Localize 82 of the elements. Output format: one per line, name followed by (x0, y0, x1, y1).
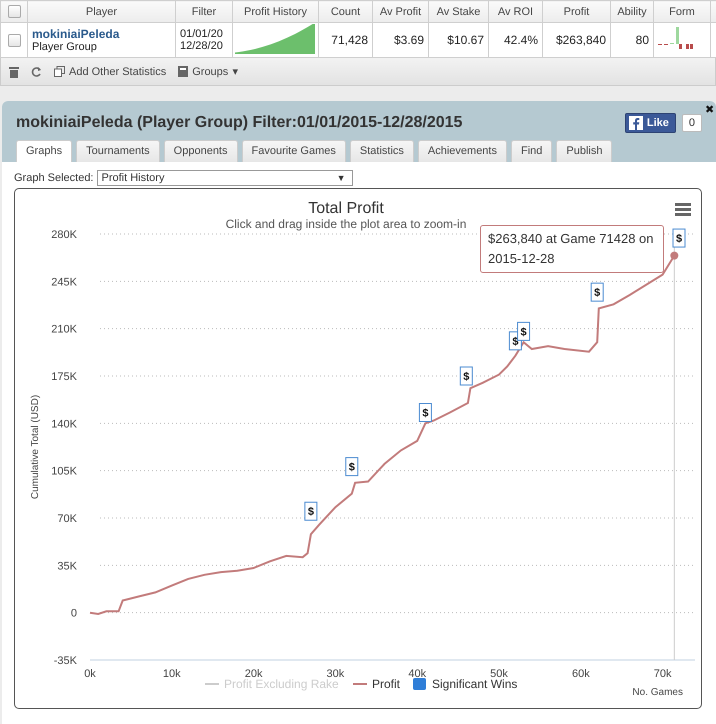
flag-marker[interactable]: $ (304, 502, 318, 521)
delete-button[interactable] (9, 66, 19, 78)
column-header[interactable]: Profit (542, 0, 610, 22)
y-tick-label: 70K (57, 513, 77, 525)
chart-subtitle: Click and drag inside the plot area to zoom-in (226, 217, 466, 231)
annotation: $ (594, 287, 600, 300)
toolbar-button[interactable]: Add Other Statistics (54, 66, 166, 78)
x-tick-label: 70k (654, 668, 672, 680)
add-window-icon (54, 66, 65, 77)
tab[interactable]: Favourite Games (242, 140, 346, 162)
like-button[interactable]: Like (624, 113, 676, 133)
column-header[interactable]: Ability (610, 0, 654, 22)
annotation: $ (422, 408, 428, 420)
y-tick-label: 245K (51, 276, 77, 288)
trash-icon (9, 66, 19, 78)
column-header[interactable]: Av ROI (488, 0, 542, 22)
flag-marker[interactable]: $ (345, 457, 358, 476)
x-tick-label: 20k (244, 668, 262, 680)
flag-marker[interactable]: $ (517, 322, 530, 341)
y-tick-label: 175K (51, 371, 77, 383)
tab[interactable]: Find (510, 140, 552, 162)
filter-date: 12/28/20 (180, 40, 223, 52)
flag-marker[interactable]: $ (672, 228, 686, 248)
menu-icon[interactable] (675, 203, 691, 216)
tab[interactable]: Statistics (350, 140, 414, 162)
toolbar-button[interactable]: Groups ▾ (178, 65, 238, 78)
annotation: $ (348, 462, 355, 474)
column-header[interactable]: Av Stake (428, 0, 488, 22)
chart-tooltip: $263,840 at Game 71428 on 2015-12-28 (480, 225, 664, 273)
annotation: $ (676, 233, 682, 246)
y-tick-label: 0 (70, 608, 77, 620)
annotation: $ (520, 326, 527, 338)
column-header[interactable]: Count (318, 0, 372, 22)
y-tick-label: 35K (57, 560, 77, 572)
player-link[interactable]: mokiniaiPeleda (32, 27, 120, 41)
annotation: $ (463, 371, 470, 383)
facebook-icon (628, 116, 643, 130)
column-header[interactable]: Av Profit (372, 0, 428, 22)
legend-item[interactable]: Profit (353, 677, 400, 691)
chart-title: Total Profit (308, 200, 384, 217)
like-count: 0 (682, 114, 702, 132)
tab[interactable]: Publish (556, 140, 612, 162)
flag-marker[interactable]: $ (590, 282, 604, 302)
y-tick-label: 210K (51, 324, 77, 336)
data-point (670, 252, 678, 260)
legend-label: Profit (372, 677, 401, 691)
refresh-icon (31, 66, 42, 78)
row-checkbox[interactable] (8, 34, 20, 48)
x-tick-label: 40k (408, 668, 426, 680)
y-tick-label: -35K (54, 655, 77, 667)
x-tick-label: 30k (326, 668, 344, 680)
select-all-checkbox[interactable] (8, 5, 20, 18)
panel-title: mokiniaiPeleda (Player Group) Filter:01/01/2015-12/28/2015 (16, 114, 462, 132)
y-tick-label: 280K (51, 229, 77, 241)
x-tick-label: 60k (572, 668, 590, 680)
legend-item[interactable]: Significant Wins (413, 677, 518, 691)
refresh-button[interactable] (31, 66, 42, 78)
column-header[interactable]: Form (654, 0, 710, 22)
y-axis-title: Cumulative Total (USD) (30, 394, 41, 500)
column-header[interactable]: Filter (176, 0, 232, 22)
close-button[interactable]: ✖ (705, 103, 714, 116)
y-tick-label: 105K (51, 466, 77, 478)
column-header[interactable]: Player (28, 0, 176, 22)
x-axis-title: No. Games (632, 687, 683, 698)
x-tick-label: 0k (84, 668, 96, 680)
flag-marker[interactable]: $ (460, 366, 473, 386)
x-tick-label: 10k (162, 668, 181, 680)
graph-select-label: Graph Selected: (14, 172, 94, 184)
filter-date: 01/01/20 (180, 28, 223, 40)
graph-select[interactable]: Profit History ▼ (96, 170, 352, 186)
y-tick-label: 140K (51, 418, 77, 430)
column-header[interactable]: Profit History (232, 0, 318, 22)
tab[interactable]: Opponents (164, 140, 238, 162)
folder-icon (178, 66, 188, 77)
tab[interactable]: Graphs (16, 140, 72, 162)
player-type: Player Group (32, 41, 97, 53)
annotation: $ (512, 336, 518, 348)
annotation: $ (308, 506, 314, 518)
x-tick-label: 50k (490, 668, 508, 680)
tab[interactable]: Tournaments (76, 140, 160, 162)
flag-marker[interactable]: $ (418, 403, 432, 422)
tab[interactable]: Achievements (418, 140, 507, 162)
